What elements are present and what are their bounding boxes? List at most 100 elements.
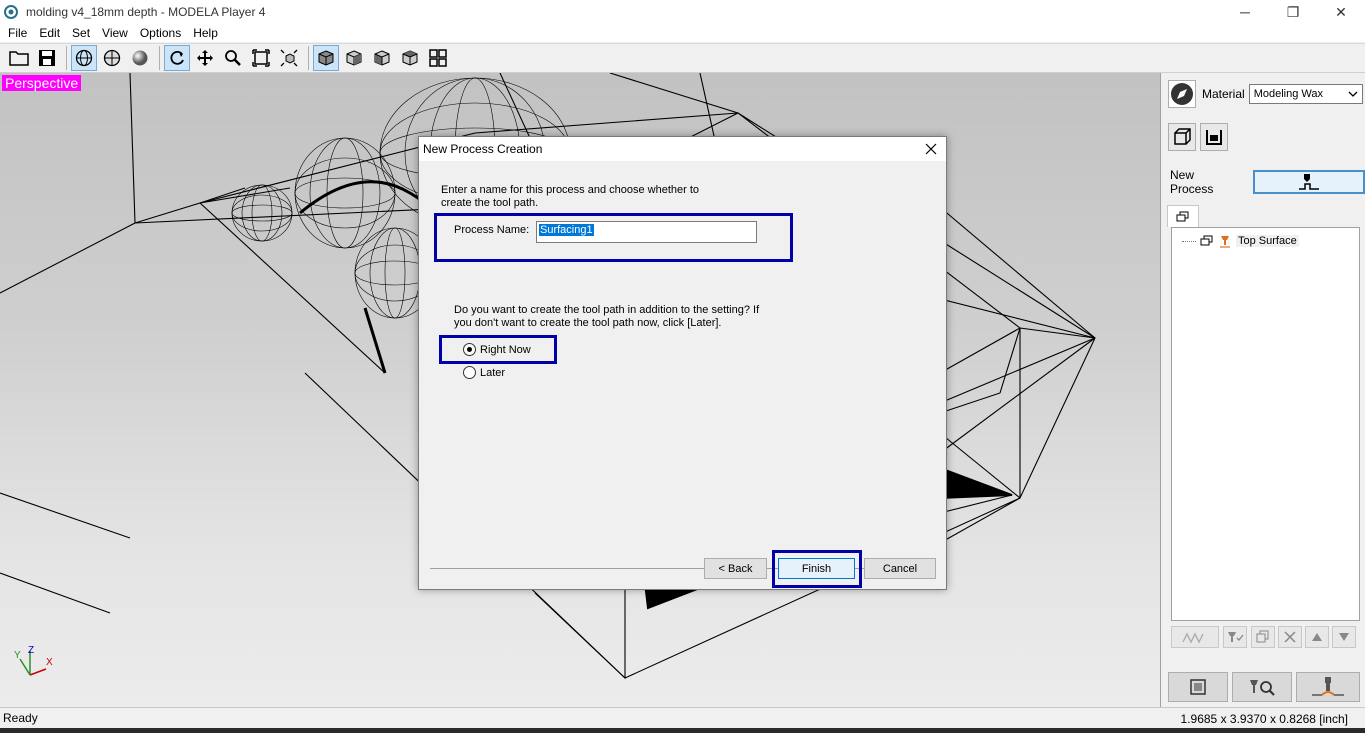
menu-set[interactable]: Set xyxy=(66,26,96,40)
menu-bar: File Edit Set View Options Help xyxy=(0,24,1365,42)
dialog-close-button[interactable] xyxy=(920,139,942,159)
radio-right-now-circle[interactable] xyxy=(463,343,476,356)
save-icon xyxy=(39,50,55,66)
cube-fit-icon xyxy=(280,49,298,67)
toolbar-separator xyxy=(66,46,67,70)
layers-icon xyxy=(1200,235,1213,246)
dialog-body: Enter a name for this process and choose… xyxy=(419,161,946,591)
save-button[interactable] xyxy=(34,45,60,71)
process-tree[interactable]: Top Surface xyxy=(1171,227,1360,621)
view-top-button[interactable] xyxy=(397,45,423,71)
menu-options[interactable]: Options xyxy=(134,26,187,40)
right-panel: Material Modeling Wax New Process Top Su… xyxy=(1162,73,1365,707)
view-iso-button[interactable] xyxy=(313,45,339,71)
process-name-input[interactable]: Surfacing1 xyxy=(536,221,757,243)
new-process-button[interactable] xyxy=(1253,170,1365,194)
toolbar-separator xyxy=(159,46,160,70)
hidden-line-view-button[interactable] xyxy=(99,45,125,71)
material-value: Modeling Wax xyxy=(1253,88,1323,100)
cube-side-icon xyxy=(374,50,390,66)
open-folder-button[interactable] xyxy=(6,45,32,71)
process-name-value: Surfacing1 xyxy=(539,224,594,236)
delete-process-button[interactable] xyxy=(1278,626,1302,648)
tree-item-label: Top Surface xyxy=(1236,235,1299,247)
restore-button[interactable]: ❐ xyxy=(1269,0,1317,24)
zoom-button[interactable] xyxy=(220,45,246,71)
cancel-button[interactable]: Cancel xyxy=(864,558,936,579)
material-label: Material xyxy=(1202,87,1245,101)
menu-view[interactable]: View xyxy=(96,26,134,40)
tree-connector xyxy=(1182,240,1196,242)
preview-cutting-button[interactable] xyxy=(1232,672,1292,702)
move-up-button[interactable] xyxy=(1305,626,1329,648)
fit-view-icon xyxy=(252,49,270,67)
cut-button[interactable] xyxy=(1296,672,1360,702)
material-select[interactable]: Modeling Wax xyxy=(1248,84,1363,104)
delete-x-icon xyxy=(1284,631,1296,643)
chevron-down-icon xyxy=(1348,91,1358,97)
triangle-down-icon xyxy=(1339,633,1349,641)
layers-icon xyxy=(1176,211,1189,221)
create-tool-path-button[interactable] xyxy=(1171,626,1219,648)
zoom-fit-button[interactable] xyxy=(248,45,274,71)
dialog-title-bar: New Process Creation xyxy=(419,137,946,161)
view-side-button[interactable] xyxy=(369,45,395,71)
workpiece-button[interactable] xyxy=(1200,123,1228,151)
mill-tool-icon xyxy=(1220,236,1230,248)
output-settings-button[interactable] xyxy=(1168,672,1228,702)
menu-edit[interactable]: Edit xyxy=(33,26,66,40)
four-views-button[interactable] xyxy=(425,45,451,71)
dialog-intro-text: Enter a name for this process and choose… xyxy=(441,184,700,209)
shaded-sphere-icon xyxy=(132,50,148,66)
finish-button[interactable]: Finish xyxy=(778,558,855,579)
shaded-view-button[interactable] xyxy=(127,45,153,71)
back-button[interactable]: < Back xyxy=(704,558,767,579)
triangle-up-icon xyxy=(1312,633,1322,641)
radio-later-circle[interactable] xyxy=(463,366,476,379)
cube-iso-icon xyxy=(318,50,334,66)
radio-later[interactable]: Later xyxy=(463,366,505,379)
toolbar-separator xyxy=(308,46,309,70)
menu-help[interactable]: Help xyxy=(187,26,224,40)
wireframe-sphere-icon xyxy=(75,49,93,67)
dialog-title: New Process Creation xyxy=(423,142,543,156)
title-bar: molding v4_18mm depth - MODELA Player 4 … xyxy=(0,0,1365,24)
tool-path-wave-icon xyxy=(1182,632,1204,644)
cube-front-icon xyxy=(346,50,362,66)
material-compass-button[interactable] xyxy=(1168,80,1196,108)
tool-path-question: Do you want to create the tool path in a… xyxy=(454,304,760,329)
pan-button[interactable] xyxy=(192,45,218,71)
tool-check-button[interactable] xyxy=(1223,626,1247,648)
box-outline-icon xyxy=(1174,128,1191,145)
grid-views-icon xyxy=(429,49,447,67)
workpiece-icon xyxy=(1206,130,1222,145)
radio-later-label: Later xyxy=(480,366,506,379)
close-button[interactable]: ✕ xyxy=(1317,0,1365,24)
minimize-button[interactable]: ─ xyxy=(1221,0,1269,24)
menu-file[interactable]: File xyxy=(2,26,33,40)
rotate-button[interactable] xyxy=(164,45,190,71)
axis-label-y: Y xyxy=(14,650,21,661)
move-down-button[interactable] xyxy=(1332,626,1356,648)
zoom-extents-button[interactable] xyxy=(276,45,302,71)
app-icon xyxy=(4,5,18,19)
model-box-button[interactable] xyxy=(1168,123,1196,151)
view-front-button[interactable] xyxy=(341,45,367,71)
new-process-dialog: New Process Creation Enter a name for th… xyxy=(418,136,947,590)
process-name-label: Process Name: xyxy=(454,224,530,236)
axis-label-z: Z xyxy=(28,645,35,656)
process-tree-tab[interactable] xyxy=(1167,205,1199,227)
axis-label-x: X xyxy=(46,657,53,668)
taskbar-strip xyxy=(0,728,1365,733)
tree-item-top-surface[interactable]: Top Surface xyxy=(1182,234,1299,248)
status-text: Ready xyxy=(3,711,38,725)
move-arrows-icon xyxy=(197,50,213,66)
wireframe-view-button[interactable] xyxy=(71,45,97,71)
model-dimensions: 1.9685 x 3.9370 x 0.8268 [inch] xyxy=(1180,712,1348,726)
rotate-icon xyxy=(170,50,184,65)
tool-path-icon xyxy=(1299,174,1320,190)
copy-process-button[interactable] xyxy=(1251,626,1275,648)
radio-right-now[interactable]: Right Now xyxy=(463,343,531,356)
toolbar xyxy=(0,43,1365,73)
copy-icon xyxy=(1256,630,1269,643)
